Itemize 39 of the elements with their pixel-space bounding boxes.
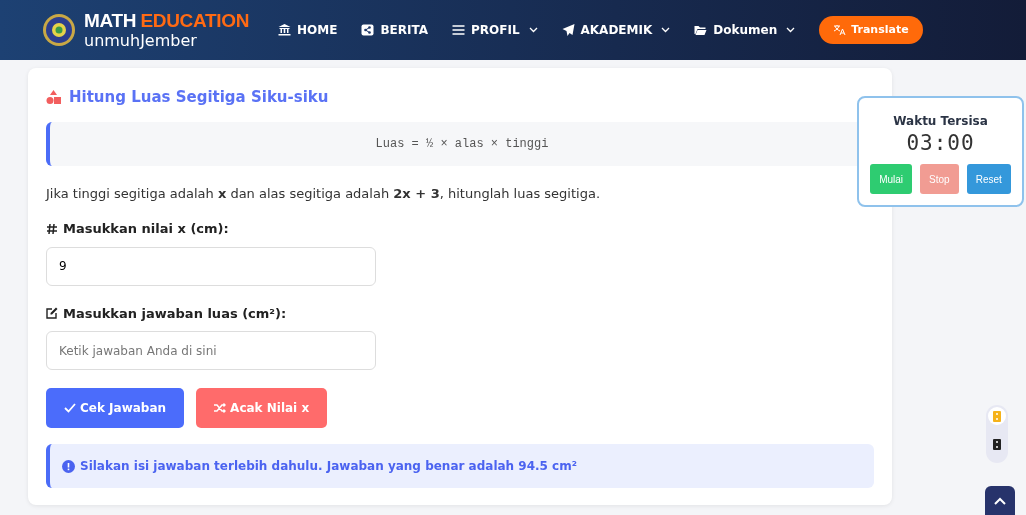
logo-text: EDUCATION — [140, 10, 250, 32]
paper-plane-icon — [561, 24, 575, 36]
hash-icon — [46, 222, 58, 235]
alert-text: Silakan isi jawaban terlebih dahulu. Jawaban yang benar adalah 94.5 cm² — [80, 458, 577, 475]
timer-title: Waktu Tersisa — [892, 113, 989, 130]
input-field[interactable]: 9 — [46, 246, 376, 286]
share-icon — [361, 24, 375, 36]
folder-icon — [694, 24, 708, 36]
info-icon — [62, 459, 75, 473]
logo-text: MATH — [84, 10, 137, 32]
chevron-down-icon — [661, 27, 671, 33]
nav-dropdown[interactable]: Dokumen — [694, 21, 796, 39]
nav-dropdown[interactable]: PROFIL — [452, 21, 538, 39]
dark-mode-icon — [993, 438, 1001, 450]
input-field[interactable]: Ketik jawaban Anda di sini — [46, 331, 376, 370]
card-title: Hitung Luas Segitiga Siku-siku — [69, 87, 329, 108]
chevron-down-icon — [786, 27, 796, 33]
logo-subtitle: unmuhJember — [84, 32, 198, 49]
question-text: Jika tinggi segitiga adalah x dan alas segitiga adalah 2x + 3, hitunglah luas segitiga. — [46, 184, 601, 203]
check-icon — [64, 402, 76, 414]
menu-icon — [452, 24, 465, 36]
timer-display: 03:00 — [905, 130, 976, 156]
field-label: Masukkan nilai x (cm): — [63, 220, 229, 238]
nav-link[interactable]: BERITA — [361, 21, 428, 39]
translate-icon — [833, 24, 847, 36]
emblem-icon — [42, 13, 76, 47]
chevron-up-icon — [994, 496, 1006, 505]
bank-icon — [278, 24, 291, 36]
check-answer-button[interactable]: Cek Jawaban — [46, 388, 185, 428]
field-label: Masukkan jawaban luas (cm²): — [63, 304, 287, 323]
nav-link[interactable]: HOME — [278, 21, 338, 39]
scroll-top-button[interactable] — [985, 486, 1015, 515]
formula-text: Luas = ½ × alas × tinggi — [375, 135, 549, 153]
chevron-down-icon — [528, 27, 538, 33]
shuffle-icon — [214, 402, 227, 414]
light-mode-icon — [993, 410, 1001, 422]
edit-icon — [46, 307, 58, 320]
shapes-icon — [46, 89, 61, 105]
nav-dropdown[interactable]: AKADEMIK — [561, 21, 671, 39]
